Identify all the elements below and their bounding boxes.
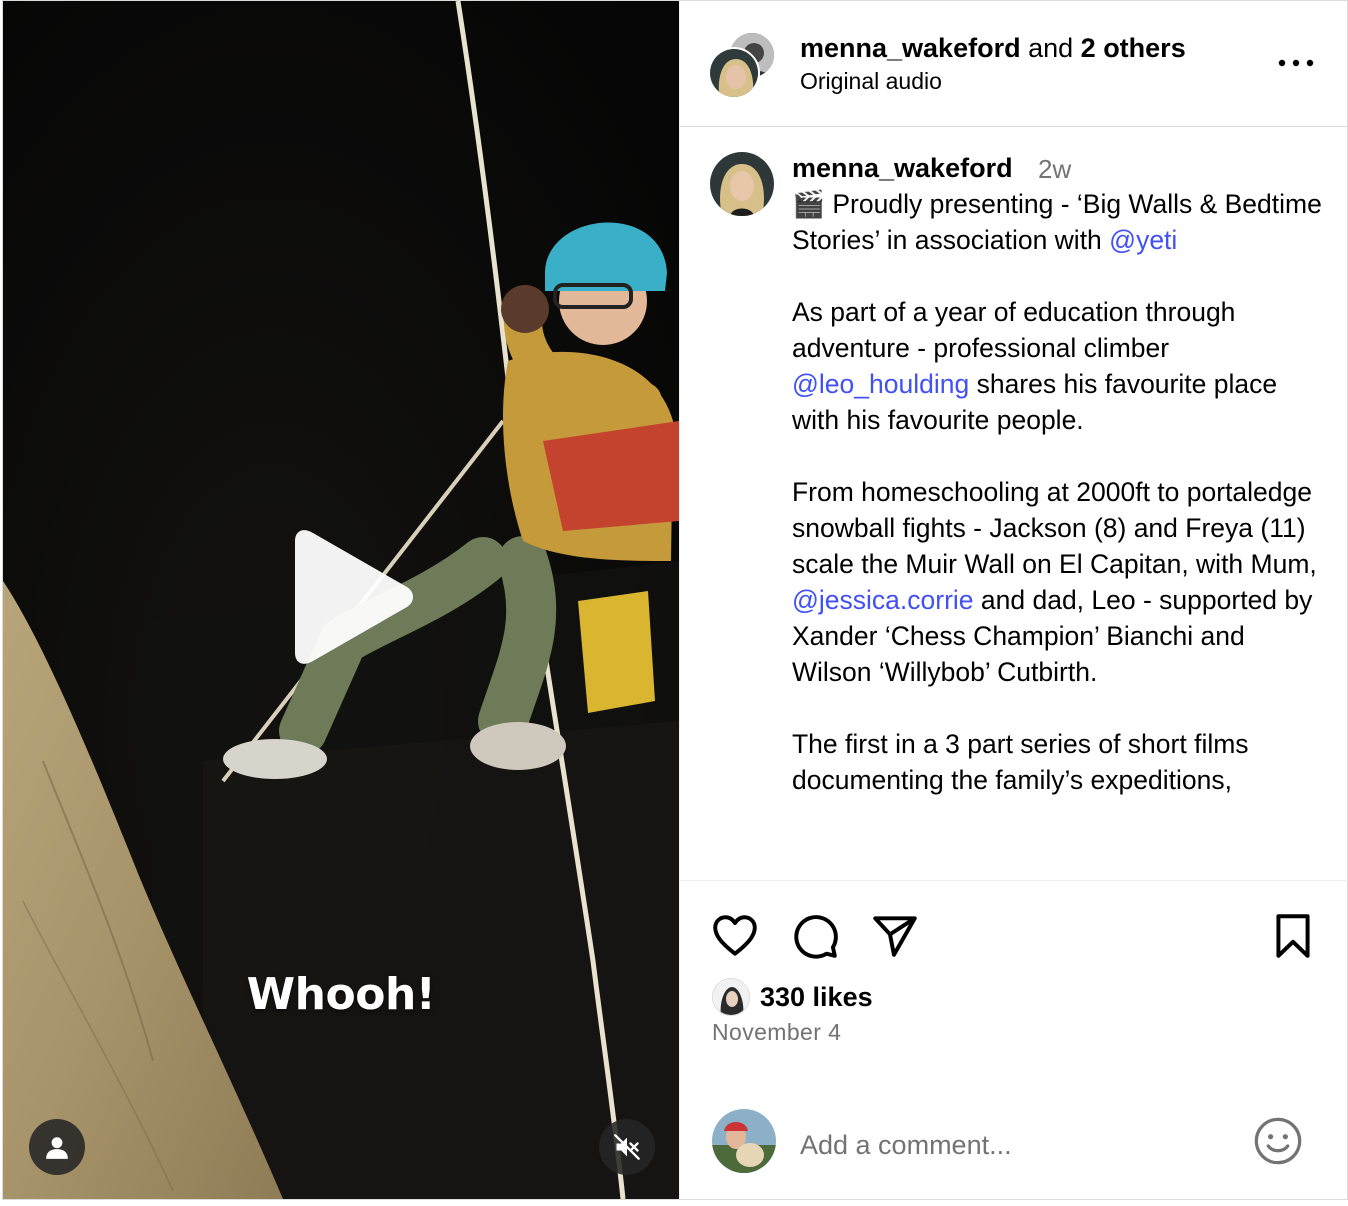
caption-timestamp[interactable]: 2w (1038, 152, 1071, 186)
post-date[interactable]: November 4 (712, 1019, 841, 1046)
caption-text: 🎬 Proudly presenting - ‘Big Walls & Bedt… (792, 186, 1322, 798)
clapper-emoji: 🎬 (792, 189, 825, 219)
caption-text-segment: Proudly presenting - ‘Big Walls & Bedtim… (792, 189, 1322, 255)
video-player[interactable]: Whooh! (3, 1, 679, 1199)
smiley-icon (1254, 1117, 1302, 1165)
mention-link[interactable]: @yeti (1109, 225, 1177, 255)
more-options-button[interactable] (1276, 49, 1316, 77)
mute-toggle-button[interactable] (599, 1119, 655, 1175)
ellipsis-icon (1278, 59, 1314, 67)
user-icon (46, 1137, 68, 1159)
share-button[interactable] (870, 911, 920, 961)
post-dialog: Whooh! menna_wakeford and 2 others Origi… (2, 0, 1348, 1200)
post-owners: menna_wakeford and 2 others (800, 31, 1186, 65)
caption-text-segment: and dad, Leo - supported by Xander ‘Ches… (792, 585, 1313, 795)
post-side-panel: menna_wakeford and 2 others Original aud… (679, 1, 1348, 1199)
comments-section[interactable]: menna_wakeford 2w 🎬 Proudly presenting -… (680, 128, 1348, 880)
play-icon (295, 530, 413, 664)
paper-plane-icon (873, 916, 917, 957)
audio-link[interactable]: Original audio (800, 65, 942, 97)
comment-bubble-icon (794, 915, 838, 959)
tagged-users-button[interactable] (29, 1119, 85, 1175)
caption-text-segment: shares his favourite place with his favo… (792, 369, 1317, 579)
bookmark-icon (1276, 914, 1310, 958)
video-subtitle: Whooh! (246, 969, 436, 1020)
caption-author-avatar[interactable] (710, 152, 774, 216)
mention-link[interactable]: @leo_houlding (792, 369, 969, 399)
heart-icon (713, 915, 757, 956)
author-avatar[interactable] (708, 47, 760, 99)
others-link[interactable]: 2 others (1081, 33, 1186, 63)
comment-button[interactable] (790, 911, 840, 961)
likes-summary: 330 likes (712, 977, 873, 1017)
current-user-avatar[interactable] (712, 1109, 776, 1173)
emoji-picker-button[interactable] (1252, 1115, 1304, 1167)
play-button[interactable] (279, 527, 419, 667)
likes-count[interactable]: 330 likes (760, 982, 873, 1013)
header-username-link[interactable]: menna_wakeford (800, 33, 1021, 63)
mention-link[interactable]: @jessica.corrie (792, 585, 974, 615)
speaker-muted-icon (614, 1134, 640, 1160)
like-button[interactable] (710, 911, 760, 961)
header-joiner: and (1028, 33, 1074, 63)
save-button[interactable] (1268, 911, 1318, 961)
caption-text-segment: As part of a year of education through a… (792, 297, 1236, 363)
comment-input[interactable] (800, 1123, 1230, 1167)
post-header: menna_wakeford and 2 others Original aud… (680, 1, 1348, 127)
add-comment-bar (680, 1093, 1348, 1199)
caption-username-link[interactable]: menna_wakeford (792, 150, 1013, 186)
liker-avatar[interactable] (712, 978, 750, 1016)
